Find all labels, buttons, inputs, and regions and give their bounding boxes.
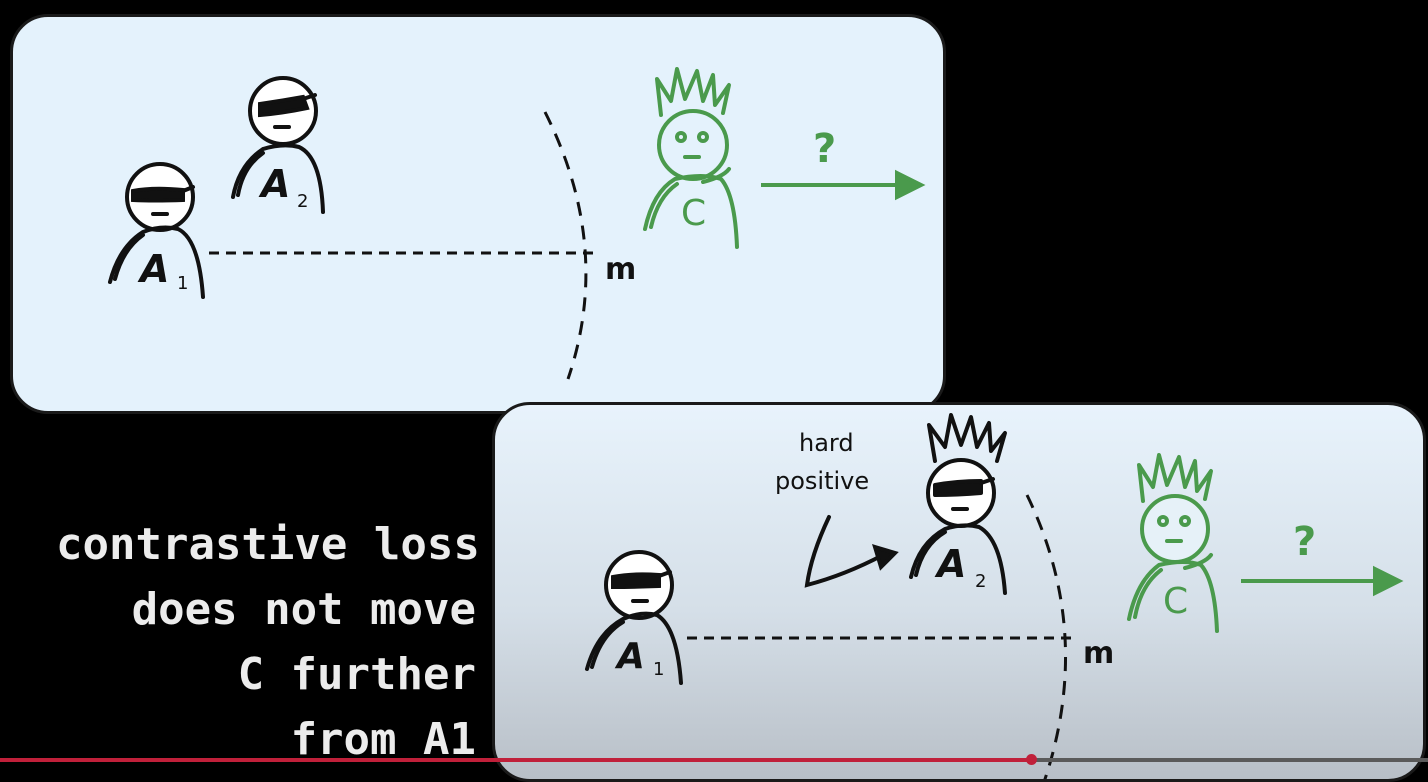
diagram-bottom-svg: A 1 A 2 hard positive m C ? bbox=[585, 413, 1404, 779]
candidate-c-label: C bbox=[1163, 581, 1188, 622]
caption-line-1: contrastive loss bbox=[56, 519, 480, 570]
unknown-direction-arrow bbox=[761, 169, 926, 201]
annotation-line-1: hard bbox=[799, 429, 854, 457]
candidate-c-label: C bbox=[681, 193, 706, 234]
caption-line-3: C further bbox=[237, 649, 476, 700]
margin-label: m bbox=[605, 252, 636, 287]
video-progress-played bbox=[0, 758, 1032, 762]
diagram-top-svg: A 1 A 2 m C ? bbox=[108, 67, 926, 380]
annotation-line-2: positive bbox=[775, 467, 869, 495]
unknown-direction-arrow bbox=[1241, 565, 1404, 597]
caption-line-2: does not move bbox=[131, 584, 476, 635]
anchor-a1-label: A bbox=[137, 247, 169, 291]
question-mark: ? bbox=[813, 126, 836, 172]
margin-label: m bbox=[1083, 636, 1114, 671]
anchor-a1-subscript: 1 bbox=[653, 659, 664, 680]
hard-positive-a2-label: A bbox=[934, 542, 966, 586]
hard-positive-a2-subscript: 2 bbox=[975, 571, 986, 592]
anchor-a1-label: A bbox=[614, 636, 645, 677]
video-progress-handle[interactable] bbox=[1026, 754, 1038, 765]
diagram-panel-top: A 1 A 2 m C ? bbox=[10, 14, 946, 414]
margin-boundary bbox=[543, 111, 588, 380]
caption-line-4: from A1 bbox=[290, 714, 476, 765]
positive-a2-subscript: 2 bbox=[297, 191, 308, 212]
diagram-panel-bottom: A 1 A 2 hard positive m C ? bbox=[492, 402, 1426, 782]
video-progress-bar[interactable] bbox=[0, 754, 1428, 765]
caption: contrastive loss does not move C further… bbox=[56, 512, 480, 772]
positive-a2-label: A bbox=[258, 162, 290, 206]
question-mark: ? bbox=[1293, 519, 1316, 565]
anchor-a1-subscript: 1 bbox=[177, 273, 188, 294]
annotation-arrow bbox=[804, 515, 899, 588]
